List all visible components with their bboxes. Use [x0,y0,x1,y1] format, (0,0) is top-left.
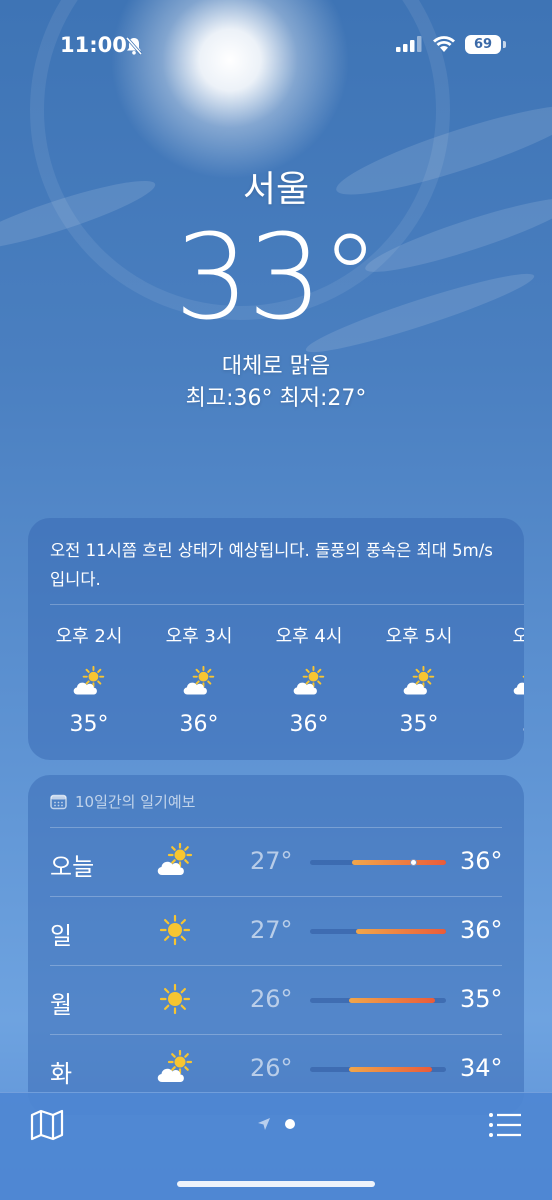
partly-sunny-icon [73,666,105,695]
hourly-item: 오후 2시 35° [34,618,144,737]
ten-day-header-label: 10일간의 일기예보 [75,793,196,811]
hourly-item: 오후 5시 35° [364,618,474,737]
hourly-temperature: 36° [289,712,329,737]
temperature-range-bar [310,859,446,866]
hourly-temperature: 36° [179,712,219,737]
hourly-item: 오후 3 [474,618,524,737]
temperature-range-fill [352,860,446,865]
divider [50,1034,502,1035]
day-low-temperature: 27° [250,847,293,875]
high-low-temperature: 최고:36° 최저:27° [185,386,367,411]
ten-day-forecast-card[interactable]: 10일간의 일기예보 오늘 27° 36° 일 27° 36° 월 26° 35° 화 26° 34° [28,775,524,1115]
current-temperature: 33° [0,212,552,342]
weather-condition: 대체로 맑음 [221,354,331,379]
hourly-forecast-card[interactable]: 오전 11시쯤 흐린 상태가 예상됩니다. 돌풍의 풍속은 최대 5m/s입니다… [28,518,524,760]
sun-icon [159,983,191,1015]
sun-icon [159,914,191,946]
divider [50,965,502,966]
cellular-signal-icon [396,36,422,52]
list-icon[interactable] [488,1111,522,1139]
forecast-summary: 오전 11시쯤 흐린 상태가 예상됩니다. 돌풍의 풍속은 최대 5m/s입니다… [50,541,493,589]
home-indicator[interactable] [177,1181,375,1187]
temperature-range-bar [310,998,446,1003]
day-name: 오늘 [50,853,95,881]
hourly-time-label: 오후 3시 [165,626,233,647]
city-name: 서울 [242,169,310,210]
hourly-temperature: 3 [474,712,524,737]
silent-bell-icon [125,37,143,55]
divider [50,827,502,828]
temperature-range-fill [349,998,436,1003]
daily-forecast-row[interactable]: 월 26° 35° [50,965,503,1034]
day-high-temperature: 36° [460,916,503,944]
day-name: 일 [50,922,73,950]
day-low-temperature: 26° [250,985,293,1013]
battery-tip [503,41,506,48]
current-temperature-value: 33° [174,208,379,346]
daily-forecast-row[interactable]: 일 27° 36° [50,896,503,965]
day-name: 월 [50,991,73,1019]
divider [50,604,524,605]
day-high-temperature: 36° [460,847,503,875]
temperature-range-fill [349,1067,433,1072]
temperature-range-bar [310,929,446,934]
hourly-forecast-row[interactable]: 오후 2시 35° 오후 3시 36° 오후 4시 36° 오후 5시 35° 오후 3 [28,618,524,748]
temperature-range-fill [356,929,446,934]
partly-sunny-icon [403,666,435,695]
battery-level: 69 [465,35,501,54]
hourly-time-label: 오후 4시 [275,626,343,647]
location-arrow-icon[interactable] [257,1117,271,1131]
wifi-icon [433,36,455,52]
partly-sunny-icon [157,843,193,875]
status-bar: 11:00 69 [0,30,552,60]
partly-sunny-icon [513,675,524,695]
partly-sunny-icon [157,1050,193,1082]
hourly-item: 오후 4시 36° [254,618,364,737]
day-high-temperature: 34° [460,1054,503,1082]
hourly-temperature: 35° [69,712,109,737]
divider [50,896,502,897]
day-name: 화 [50,1060,73,1088]
day-low-temperature: 27° [250,916,293,944]
status-time: 11:00 [60,33,127,57]
hourly-time-label: 오후 5시 [385,626,453,647]
hourly-time-label: 오후 2시 [55,626,123,647]
partly-sunny-icon [183,666,215,695]
hourly-item: 오후 3시 36° [144,618,254,737]
ten-day-header: 10일간의 일기예보 [50,791,195,812]
day-high-temperature: 35° [460,985,503,1013]
temperature-range-bar [310,1067,446,1072]
partly-sunny-icon [293,666,325,695]
day-low-temperature: 26° [250,1054,293,1082]
map-icon[interactable] [30,1109,64,1141]
calendar-icon [50,794,67,810]
hourly-temperature: 35° [399,712,439,737]
hourly-time-label: 오후 [512,626,524,647]
page-indicator-dot[interactable] [285,1119,295,1129]
daily-forecast-row[interactable]: 오늘 27° 36° [50,827,503,896]
